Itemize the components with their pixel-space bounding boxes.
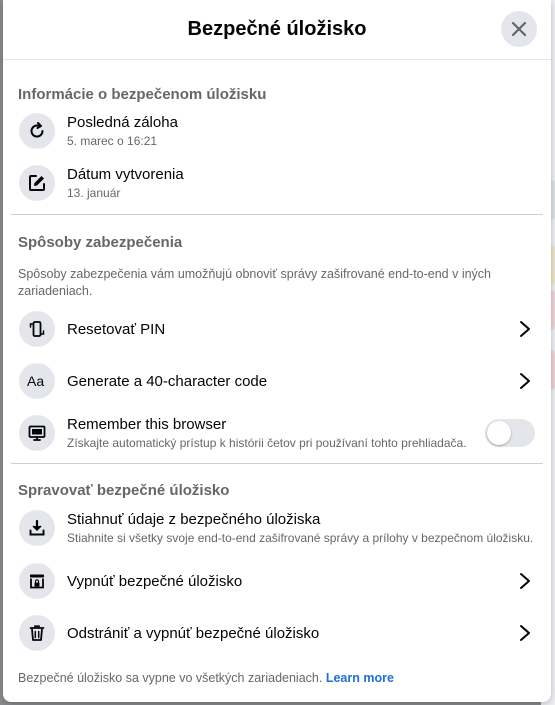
remember-browser-row: Remember this browser Získajte automatic… xyxy=(19,415,535,451)
trash-icon xyxy=(29,625,45,641)
edit-icon xyxy=(29,175,45,191)
dialog-header: Bezpečné úložisko xyxy=(3,0,551,60)
text-aa-icon-circle: Aa xyxy=(19,363,55,399)
refresh-icon xyxy=(30,122,44,138)
section-divider xyxy=(11,463,543,464)
info-section-title: Informácie o bezpečenom úložisku xyxy=(18,86,267,103)
created-date-value: 13. január xyxy=(67,186,121,200)
phone-sync-icon-circle xyxy=(19,311,55,347)
chevron-right-icon xyxy=(520,321,530,337)
section-divider xyxy=(11,214,543,215)
last-backup-label: Posledná záloha xyxy=(67,114,178,131)
security-description: Spôsoby zabezpečenia vám umožňujú obnovi… xyxy=(18,267,492,298)
delete-storage-row[interactable]: Odstrániť a vypnúť bezpečné úložisko xyxy=(19,615,535,651)
remember-browser-label: Remember this browser xyxy=(67,416,227,433)
created-date-row: Dátum vytvorenia 13. január xyxy=(19,165,535,201)
svg-text:Aa: Aa xyxy=(27,373,44,389)
remember-browser-description: Získajte automatický prístup k histórii … xyxy=(67,436,467,450)
chevron-right-icon xyxy=(520,573,530,589)
monitor-icon xyxy=(28,425,46,441)
edit-icon-circle xyxy=(19,165,55,201)
generate-code-label: Generate a 40-character code xyxy=(67,372,268,390)
toggle-knob xyxy=(487,421,511,445)
footer-note: Bezpečné úložisko sa vypne vo všetkých z… xyxy=(18,671,536,685)
generate-code-row[interactable]: Aa Generate a 40-character code xyxy=(19,363,535,399)
manage-section-title: Spravovať bezpečné úložisko xyxy=(18,482,230,499)
disable-storage-label: Vypnúť bezpečné úložisko xyxy=(67,572,243,590)
download-storage-row[interactable]: Stiahnuť údaje z bezpečného úložiska Sti… xyxy=(19,510,535,546)
delete-storage-label: Odstrániť a vypnúť bezpečné úložisko xyxy=(67,624,320,642)
refresh-icon-circle xyxy=(19,113,55,149)
close-icon xyxy=(511,21,527,37)
reset-pin-row[interactable]: Resetovať PIN xyxy=(19,311,535,347)
disable-storage-row[interactable]: Vypnúť bezpečné úložisko xyxy=(19,563,535,599)
last-backup-row: Posledná záloha 5. marec o 16:21 xyxy=(19,113,535,149)
created-date-label: Dátum vytvorenia xyxy=(67,166,184,183)
learn-more-link[interactable]: Learn more xyxy=(326,671,394,685)
text-aa-icon: Aa xyxy=(27,373,44,389)
close-button[interactable] xyxy=(501,11,537,47)
download-icon xyxy=(29,519,45,536)
chevron-right-icon xyxy=(520,373,530,389)
trash-icon-circle xyxy=(19,615,55,651)
download-storage-label: Stiahnuť údaje z bezpečného úložiska xyxy=(67,511,321,528)
dialog-title: Bezpečné úložisko xyxy=(187,18,367,40)
secure-storage-dialog: Bezpečné úložisko Informácie o bezpečeno… xyxy=(3,0,551,702)
download-storage-description: Stiahnite si všetky svoje end-to-end zaš… xyxy=(67,531,534,545)
chevron-right-icon xyxy=(520,625,530,641)
security-section-title: Spôsoby zabezpečenia xyxy=(18,234,183,251)
monitor-icon-circle xyxy=(19,415,55,451)
download-icon-circle xyxy=(19,510,55,546)
last-backup-value: 5. marec o 16:21 xyxy=(67,134,158,148)
storage-lock-icon-circle xyxy=(19,563,55,599)
remember-browser-toggle[interactable] xyxy=(485,419,535,447)
footer-text: Bezpečné úložisko sa vypne vo všetkých z… xyxy=(18,671,323,685)
storage-lock-icon xyxy=(30,574,44,589)
phone-sync-icon xyxy=(29,321,45,337)
reset-pin-label: Resetovať PIN xyxy=(67,320,166,338)
